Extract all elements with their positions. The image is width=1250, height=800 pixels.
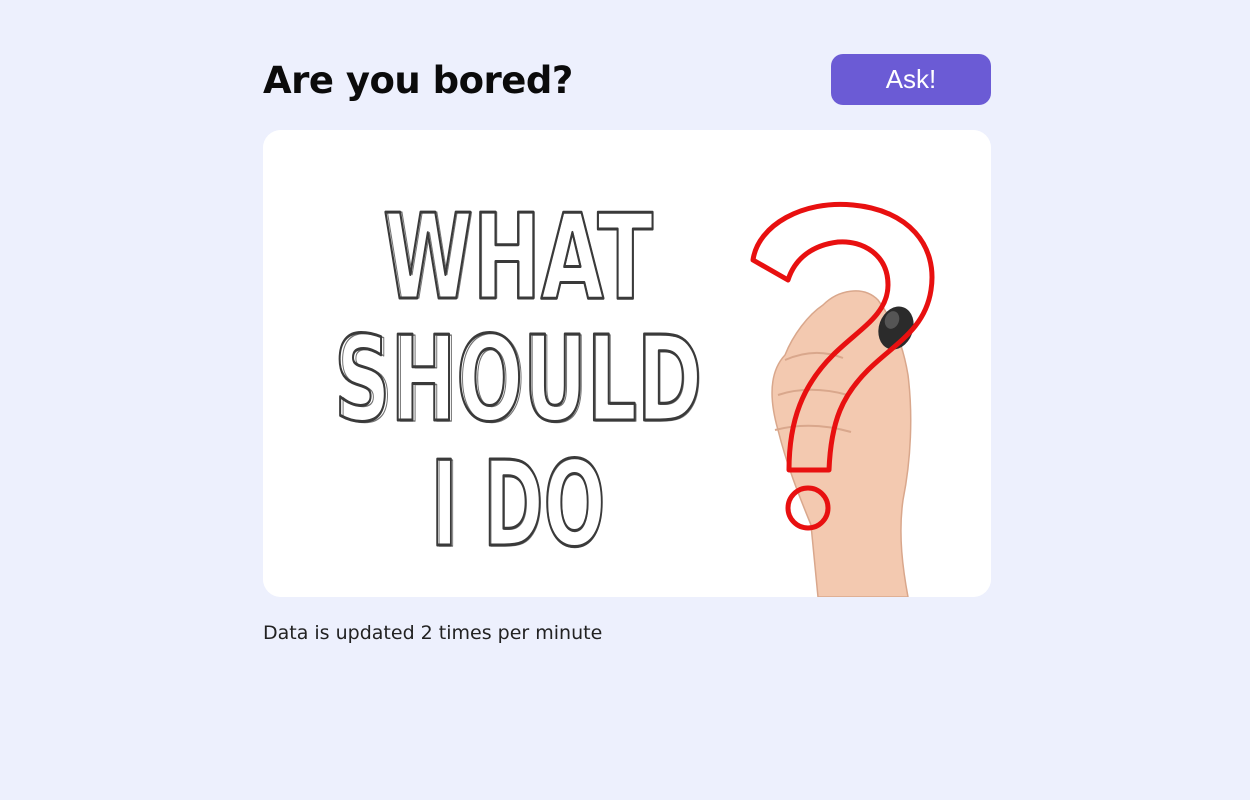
word-what-sketch: WHAT (385, 188, 653, 326)
page-title: Are you bored? (263, 59, 573, 102)
app-container: Are you bored? Ask! WHAT WHAT SHOULD SHO… (263, 54, 991, 644)
update-note: Data is updated 2 times per minute (263, 622, 603, 644)
word-should-sketch: SHOULD (337, 311, 703, 449)
ask-button[interactable]: Ask! (831, 54, 991, 105)
word-i-do-sketch: I DO (433, 436, 606, 574)
what-should-i-do-illustration: WHAT WHAT SHOULD SHOULD I DO I DO (263, 130, 991, 597)
activity-image: WHAT WHAT SHOULD SHOULD I DO I DO (263, 130, 991, 597)
header: Are you bored? Ask! (263, 54, 991, 106)
